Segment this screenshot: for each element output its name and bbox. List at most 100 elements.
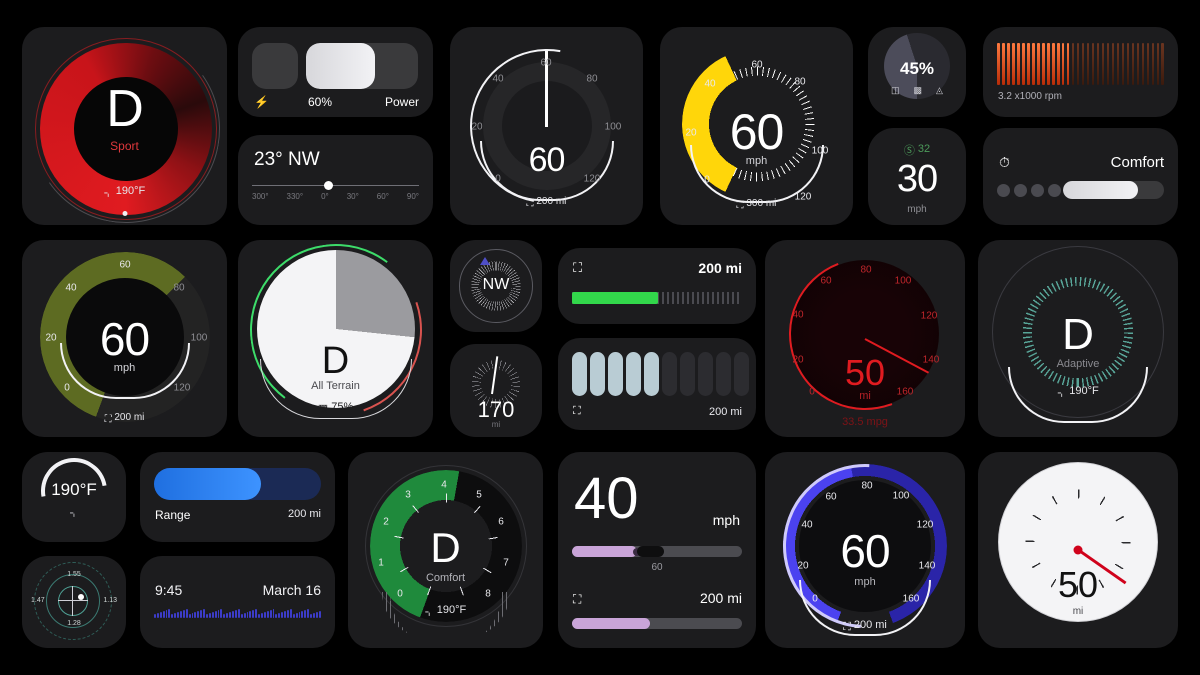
speed-slider-track[interactable] [572, 546, 742, 557]
widget-drive-mode-sport[interactable]: D Sport ⌍ 190°F [22, 27, 227, 225]
widget-speedometer-blue[interactable]: 0 20 40 60 80 100 120 140 160 60 mph ⛶ 2… [765, 452, 965, 648]
widget-speed-fuel-sliders[interactable]: 40 mph 60 ⛶ 200 mi [558, 452, 756, 648]
battery-value: 75% [331, 401, 354, 413]
widget-trip-timeline[interactable]: 9:45 March 16 [140, 556, 335, 648]
g-value-right: 1.13 [103, 597, 117, 604]
tick-label: 80 [861, 480, 873, 492]
trip-bar [194, 612, 197, 618]
widget-range-bar-blue[interactable]: Range 200 mi [140, 452, 335, 542]
power-bar[interactable] [306, 43, 418, 89]
tacho-bar [1046, 43, 1050, 85]
trip-bar [258, 614, 260, 618]
tacho-bar [1076, 43, 1080, 85]
range-track[interactable] [154, 468, 321, 500]
heading-tick: 30° [346, 192, 359, 201]
widget-fuel-segments[interactable]: ⛶ 200 mi [558, 338, 756, 430]
trip-bar [318, 611, 321, 618]
widget-drive-mode-adaptive[interactable]: D Adaptive ⌍ 190°F [978, 240, 1178, 437]
tick-label: 40 [792, 309, 804, 321]
widget-speedometer-dark[interactable]: 0 20 40 60 80 100 120 60 ⛶ 200 mi [450, 27, 643, 225]
heading-tick-labels: 300° 330° 0° 30° 60° 90° [252, 192, 419, 201]
coolant-temp-icon: ⌍ [1057, 387, 1067, 399]
widget-tachometer-comfort[interactable]: 0 1 2 3 4 5 6 7 8 D Comfort ⌍ 190°F [348, 452, 543, 648]
trip-bar [278, 613, 281, 618]
fuel-segment [716, 352, 731, 396]
tacho-bar [1111, 43, 1115, 85]
fuel-slider-fill [572, 618, 651, 629]
tacho-bar [1106, 43, 1110, 85]
widget-tachometer-bars[interactable]: 3.2 x1000 rpm [983, 27, 1178, 117]
widget-analog-gauge-white[interactable]: 50 mi [978, 452, 1178, 648]
mode-dot[interactable] [1048, 184, 1061, 197]
range-value: 200 mi [536, 196, 567, 207]
range-value: 200 mi [114, 412, 145, 423]
fuel-pump-icon: ⛶ [573, 405, 581, 417]
heading-track[interactable] [252, 185, 419, 186]
coolant-temp-icon: ⌍ [69, 507, 79, 519]
tacho-bar [1161, 43, 1165, 85]
mode-dot[interactable] [997, 184, 1010, 197]
range-value: 200 mi [698, 260, 742, 276]
tacho-bar [1041, 43, 1045, 85]
tick-label: 5 [476, 489, 482, 501]
widget-fuel-bar-green[interactable]: ⛶ 200 mi [558, 248, 756, 324]
range-value: 300 mi [746, 198, 777, 209]
mode-dot[interactable] [1014, 184, 1027, 197]
heading-tick: 60° [376, 192, 389, 201]
widget-odometer-170[interactable]: 170 mi [450, 344, 542, 437]
battery-full-icon: ◬ [936, 85, 943, 95]
trip-bar [168, 609, 171, 618]
trip-bar [182, 610, 185, 618]
tacho-bar [1091, 43, 1095, 85]
widget-all-terrain[interactable]: D All Terrain ▩ 75% [238, 240, 433, 437]
fuel-slider-track[interactable] [572, 618, 742, 629]
tacho-bar [1036, 43, 1040, 85]
tacho-bar [1131, 43, 1135, 85]
widget-speedometer-yellow[interactable]: 0 20 40 60 80 100 120 60 mph ⛶ 300 mi [660, 27, 853, 225]
fuel-segment-strip[interactable] [572, 352, 749, 396]
widget-heading-slider[interactable]: 23° NW 300° 330° 0° 30° 60° 90° [238, 135, 433, 225]
trip-bar [188, 614, 191, 618]
widget-drive-mode-comfort[interactable]: ⏱ Comfort [983, 128, 1178, 225]
trip-bar [234, 610, 237, 618]
trip-bar [208, 613, 211, 618]
widget-range-gauge-red[interactable]: 0 20 40 60 80 100 120 140 160 50 mi 33.5… [765, 240, 965, 437]
battery-icons: ◫ ▩ ◬ [868, 85, 966, 96]
speed-unit: mph [907, 204, 927, 215]
fuel-segment [608, 352, 623, 396]
coolant-temp-value: 190°F [436, 604, 467, 616]
widget-power-meter[interactable]: ⚡ 60% Power [238, 27, 433, 117]
widget-g-force-meter[interactable]: 1.55 1.47 1.13 1.28 [22, 556, 126, 648]
fuel-icon: ⛶ [526, 198, 534, 209]
mode-dots[interactable] [997, 184, 1061, 197]
tacho-bar [1056, 43, 1060, 85]
widget-coolant-temp[interactable]: 190°F ⌍ [22, 452, 126, 542]
widget-speed-limit[interactable]: Ⓢ 32 30 mph [868, 128, 966, 225]
tick-label: 20 [471, 121, 483, 133]
power-seg-left[interactable] [252, 43, 298, 89]
tick-label: 60 [820, 275, 832, 287]
heading-knob[interactable] [323, 181, 333, 190]
trip-bar [200, 610, 203, 618]
drive-mode-label: All Terrain [311, 380, 360, 392]
trip-bar [165, 610, 168, 618]
mode-dot[interactable] [1031, 184, 1044, 197]
trip-bar [281, 612, 284, 618]
widget-battery-pie[interactable]: 45% ◫ ▩ ◬ [868, 27, 966, 117]
widget-speedometer-olive[interactable]: 0 20 40 60 80 100 120 60 mph ⛶ 200 mi [22, 240, 227, 437]
mpg-footer: 33.5 mpg [842, 416, 888, 428]
mode-bar[interactable] [1063, 181, 1164, 199]
speed-limit-badge: Ⓢ 32 [868, 142, 966, 158]
widget-compass-nw[interactable]: NW [450, 240, 542, 332]
trip-bar [206, 614, 208, 618]
g-inner-ring [58, 586, 88, 616]
drive-mode-label: Comfort [425, 572, 466, 584]
tick-label: 0 [812, 593, 818, 605]
fuel-pump-icon: ⛶ [573, 592, 582, 606]
speed-unit: mph [854, 576, 876, 588]
tacho-bar [997, 43, 1000, 85]
widget-gallery: D Sport ⌍ 190°F ⚡ 60% Power 23° NW 300° … [0, 0, 1200, 675]
tacho-bar [1061, 43, 1065, 85]
trip-bar [272, 609, 275, 618]
fuel-segment [734, 352, 749, 396]
